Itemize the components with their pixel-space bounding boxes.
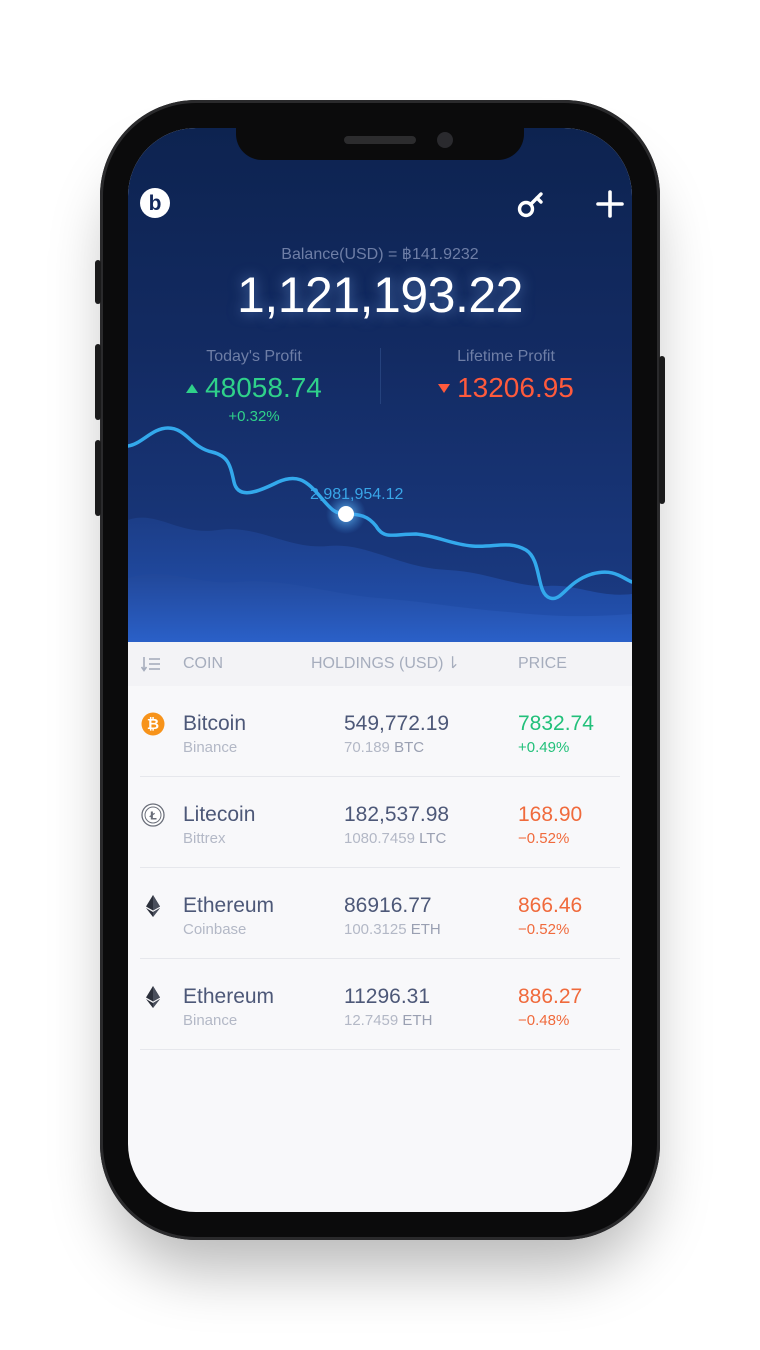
- holding-amount: 1080.7459 LTC: [344, 830, 446, 847]
- portfolio-header: b Balance(USD) = ฿141.9232 1,121,193.22 …: [128, 128, 632, 642]
- front-camera: [437, 132, 453, 148]
- price-value: 866.46: [518, 894, 583, 917]
- notch: [236, 128, 524, 160]
- balance-chart[interactable]: [128, 418, 632, 642]
- lifetime-profit: Lifetime Profit 13206.95: [380, 348, 632, 404]
- plus-icon[interactable]: [594, 188, 626, 220]
- sort-arrow-icon: [451, 656, 457, 669]
- price-value: 886.27: [518, 985, 583, 1008]
- holding-value: 86916.77: [344, 894, 432, 917]
- holding-qty: 12.7459: [344, 1012, 399, 1029]
- ethereum-icon: [146, 986, 160, 1008]
- todays-profit-value: 48058.74: [205, 372, 322, 403]
- key-icon[interactable]: [516, 190, 546, 220]
- coin-exchange: Bittrex: [183, 830, 226, 847]
- coin-name: Ethereum: [183, 894, 275, 917]
- column-header-coin[interactable]: COIN: [183, 655, 223, 673]
- svg-text:Ł: Ł: [149, 809, 157, 822]
- arrow-up-icon: [186, 383, 199, 393]
- coin-name: Bitcoin: [183, 712, 247, 735]
- holding-value: 182,537.98: [344, 803, 450, 826]
- price-change: +0.49%: [518, 739, 570, 756]
- holding-row-ethereum-coinbase[interactable]: Ethereum Coinbase 86916.77 100.3125 ETH …: [128, 868, 632, 959]
- chart-marker[interactable]: [338, 506, 354, 522]
- litecoin-icon: Ł: [141, 803, 165, 827]
- balance-label: Balance(USD) = ฿141.9232: [281, 246, 479, 263]
- column-header-holdings-label: HOLDINGS (USD): [311, 655, 444, 672]
- holding-row-litecoin[interactable]: Ł Litecoin Bittrex 182,537.98 1080.7459 …: [128, 777, 632, 868]
- holding-qty: 1080.7459: [344, 830, 415, 847]
- price-change: −0.52%: [518, 921, 570, 938]
- arrow-down-icon: [438, 383, 451, 393]
- balance-value: 1,121,193.22: [237, 267, 523, 323]
- app-logo-icon[interactable]: b: [140, 188, 170, 218]
- holding-unit: BTC: [394, 739, 425, 756]
- row-divider: [140, 1049, 620, 1050]
- column-header-price[interactable]: PRICE: [518, 655, 567, 673]
- price-value: 168.90: [518, 803, 583, 826]
- lifetime-profit-row: 13206.95: [380, 372, 632, 404]
- speaker: [344, 136, 416, 144]
- holding-unit: ETH: [410, 921, 441, 938]
- holding-qty: 70.189: [344, 739, 390, 756]
- svg-text:₿: ₿: [147, 715, 159, 733]
- ethereum-icon: [146, 895, 160, 917]
- price-change: −0.52%: [518, 830, 570, 847]
- coin-name: Ethereum: [183, 985, 275, 1008]
- todays-profit-row: 48058.74: [128, 372, 380, 404]
- bitcoin-icon: ₿: [141, 712, 165, 736]
- holding-unit: LTC: [419, 830, 447, 847]
- holding-qty: 100.3125: [344, 921, 407, 938]
- holding-unit: ETH: [402, 1012, 433, 1029]
- volume-down-button: [95, 440, 101, 516]
- coin-exchange: Binance: [183, 1012, 238, 1029]
- price-change: −0.48%: [518, 1012, 570, 1029]
- lifetime-profit-label: Lifetime Profit: [457, 348, 555, 365]
- holding-value: 11296.31: [344, 985, 431, 1008]
- holdings-list: ₿ Bitcoin Binance 549,772.19 70.189 BTC …: [128, 686, 632, 1050]
- coin-exchange: Binance: [183, 739, 238, 756]
- volume-up-button: [95, 344, 101, 420]
- lifetime-profit-value: 13206.95: [457, 372, 574, 403]
- holdings-table-header: COIN HOLDINGS (USD) PRICE: [128, 642, 632, 686]
- holding-row-ethereum-binance[interactable]: Ethereum Binance 11296.31 12.7459 ETH 88…: [128, 959, 632, 1050]
- chart-tooltip: 2,981,954.12: [310, 486, 404, 503]
- todays-profit-label: Today's Profit: [206, 348, 302, 365]
- holding-amount: 70.189 BTC: [344, 739, 424, 756]
- app-screen: b Balance(USD) = ฿141.9232 1,121,193.22 …: [128, 128, 632, 1212]
- coin-exchange: Coinbase: [183, 921, 247, 938]
- coin-name: Litecoin: [183, 803, 256, 826]
- holding-value: 549,772.19: [344, 712, 450, 735]
- holding-amount: 12.7459 ETH: [344, 1012, 432, 1029]
- column-header-holdings[interactable]: HOLDINGS (USD): [311, 655, 458, 673]
- price-value: 7832.74: [518, 712, 594, 735]
- sort-icon[interactable]: [141, 656, 161, 672]
- power-button: [659, 356, 665, 504]
- holding-amount: 100.3125 ETH: [344, 921, 441, 938]
- todays-profit: Today's Profit 48058.74 +0.32%: [128, 348, 380, 425]
- mute-switch: [95, 260, 101, 304]
- holding-row-bitcoin[interactable]: ₿ Bitcoin Binance 549,772.19 70.189 BTC …: [128, 686, 632, 777]
